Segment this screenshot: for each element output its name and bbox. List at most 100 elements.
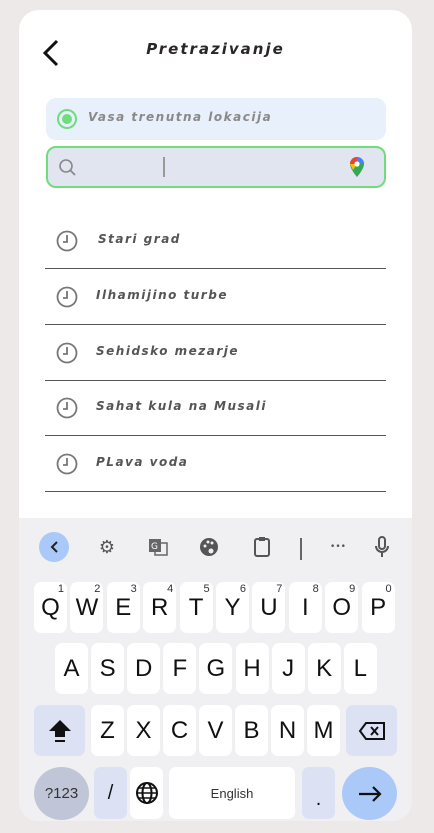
recent-item-label: Sahat kula na Musali xyxy=(96,399,267,413)
arrow-right-icon xyxy=(358,785,382,802)
clock-icon xyxy=(56,230,78,252)
text-caret xyxy=(163,157,165,177)
page-title: Pretrazivanje xyxy=(146,40,285,58)
translate-icon[interactable]: G xyxy=(143,532,173,562)
enter-key[interactable] xyxy=(342,767,397,820)
key[interactable]: O9 xyxy=(325,582,359,633)
chevron-left-icon xyxy=(50,541,58,553)
key-label: C xyxy=(170,716,189,744)
key[interactable]: J xyxy=(271,643,305,694)
key[interactable]: B xyxy=(235,705,268,756)
key-label: E xyxy=(115,593,132,621)
key-label: L xyxy=(353,654,367,682)
key-label: H xyxy=(243,654,261,682)
key[interactable]: K xyxy=(307,643,341,694)
palette-icon[interactable] xyxy=(194,532,224,562)
key-hint: 6 xyxy=(239,583,246,595)
key[interactable]: H xyxy=(235,643,269,694)
key-label: Z xyxy=(100,716,115,744)
key-hint: 7 xyxy=(276,583,283,595)
key[interactable]: L xyxy=(343,643,377,694)
key[interactable]: C xyxy=(163,705,196,756)
key-label: A xyxy=(63,654,80,682)
more-icon[interactable]: ••• xyxy=(323,532,353,562)
key-label: R xyxy=(151,593,169,621)
key-label: F xyxy=(172,654,188,682)
key-label: O xyxy=(332,593,352,621)
key[interactable]: W2 xyxy=(70,582,104,633)
location-dot-icon xyxy=(57,109,77,129)
keyboard: ⚙ G ••• ?123 / English . Q1W2E3R4T5Y6U7I… xyxy=(19,518,412,821)
clipboard-icon[interactable] xyxy=(247,532,277,562)
settings-icon[interactable]: ⚙ xyxy=(92,532,122,562)
google-maps-icon[interactable] xyxy=(349,156,365,178)
key-hint: 2 xyxy=(94,583,101,595)
key-label: V xyxy=(207,716,224,744)
search-input[interactable] xyxy=(46,146,386,188)
key[interactable]: P0 xyxy=(361,582,395,633)
key-label: S xyxy=(99,654,116,682)
key-label: N xyxy=(278,716,297,744)
globe-icon xyxy=(135,782,158,804)
key[interactable]: N xyxy=(271,705,304,756)
key[interactable]: E3 xyxy=(106,582,140,633)
recent-item-label: Sehidsko mezarje xyxy=(96,344,240,358)
key-hint: 9 xyxy=(349,583,356,595)
backspace-icon xyxy=(358,721,385,740)
key-label: B xyxy=(243,716,260,744)
key[interactable]: G xyxy=(199,643,233,694)
slash-key[interactable]: / xyxy=(94,767,127,819)
key[interactable]: R4 xyxy=(143,582,177,633)
shift-icon xyxy=(48,719,71,742)
recent-item[interactable]: Sahat kula na Musali xyxy=(45,380,386,436)
search-icon xyxy=(59,159,76,176)
screen: Pretrazivanje Vasa trenutna lokacija Sta… xyxy=(19,10,412,821)
key[interactable]: Y6 xyxy=(216,582,249,633)
key-label: G xyxy=(206,654,226,682)
recent-item[interactable]: Ilhamijino turbe xyxy=(45,269,386,325)
symbols-key[interactable]: ?123 xyxy=(34,767,89,820)
key[interactable]: T5 xyxy=(179,582,213,633)
key-label: Q xyxy=(41,593,60,621)
key[interactable]: D xyxy=(127,643,161,694)
svg-text:G: G xyxy=(151,542,158,552)
key-hint: 5 xyxy=(203,583,210,595)
clock-icon xyxy=(56,286,78,308)
language-key[interactable] xyxy=(130,767,163,819)
collapse-toolbar-button[interactable] xyxy=(39,532,69,562)
key-label: X xyxy=(135,716,152,744)
key[interactable]: U7 xyxy=(252,582,286,633)
recent-item[interactable]: Stari grad xyxy=(45,213,386,269)
key[interactable]: A xyxy=(55,643,88,694)
recent-item[interactable]: PLava voda xyxy=(45,436,386,492)
key[interactable]: V xyxy=(199,705,232,756)
key[interactable]: Z xyxy=(91,705,124,756)
key-label: Y xyxy=(224,593,241,621)
key[interactable]: S xyxy=(91,643,125,694)
recent-item[interactable]: Sehidsko mezarje xyxy=(45,325,386,381)
key[interactable]: I8 xyxy=(288,582,322,633)
key-label: J xyxy=(282,654,295,682)
shift-key[interactable] xyxy=(34,705,85,756)
backspace-key[interactable] xyxy=(346,705,397,756)
toolbar-divider xyxy=(300,538,302,560)
key-label: D xyxy=(135,654,153,682)
microphone-icon[interactable] xyxy=(367,532,397,562)
current-location-button[interactable]: Vasa trenutna lokacija xyxy=(46,98,386,140)
key-label: K xyxy=(316,654,333,682)
clock-icon xyxy=(56,397,78,419)
key[interactable]: F xyxy=(163,643,197,694)
key-hint: 8 xyxy=(312,583,319,595)
key[interactable]: Q1 xyxy=(34,582,67,633)
key-label: U xyxy=(260,593,278,621)
recent-item-label: Ilhamijino turbe xyxy=(96,288,228,302)
key[interactable]: X xyxy=(127,705,160,756)
period-key[interactable]: . xyxy=(302,767,335,819)
clock-icon xyxy=(56,342,78,364)
clock-icon xyxy=(56,453,78,475)
space-key[interactable]: English xyxy=(169,767,295,819)
key-hint: 4 xyxy=(167,583,174,595)
key-label: I xyxy=(301,593,309,621)
key[interactable]: M xyxy=(307,705,340,756)
key-label: P xyxy=(370,593,387,621)
